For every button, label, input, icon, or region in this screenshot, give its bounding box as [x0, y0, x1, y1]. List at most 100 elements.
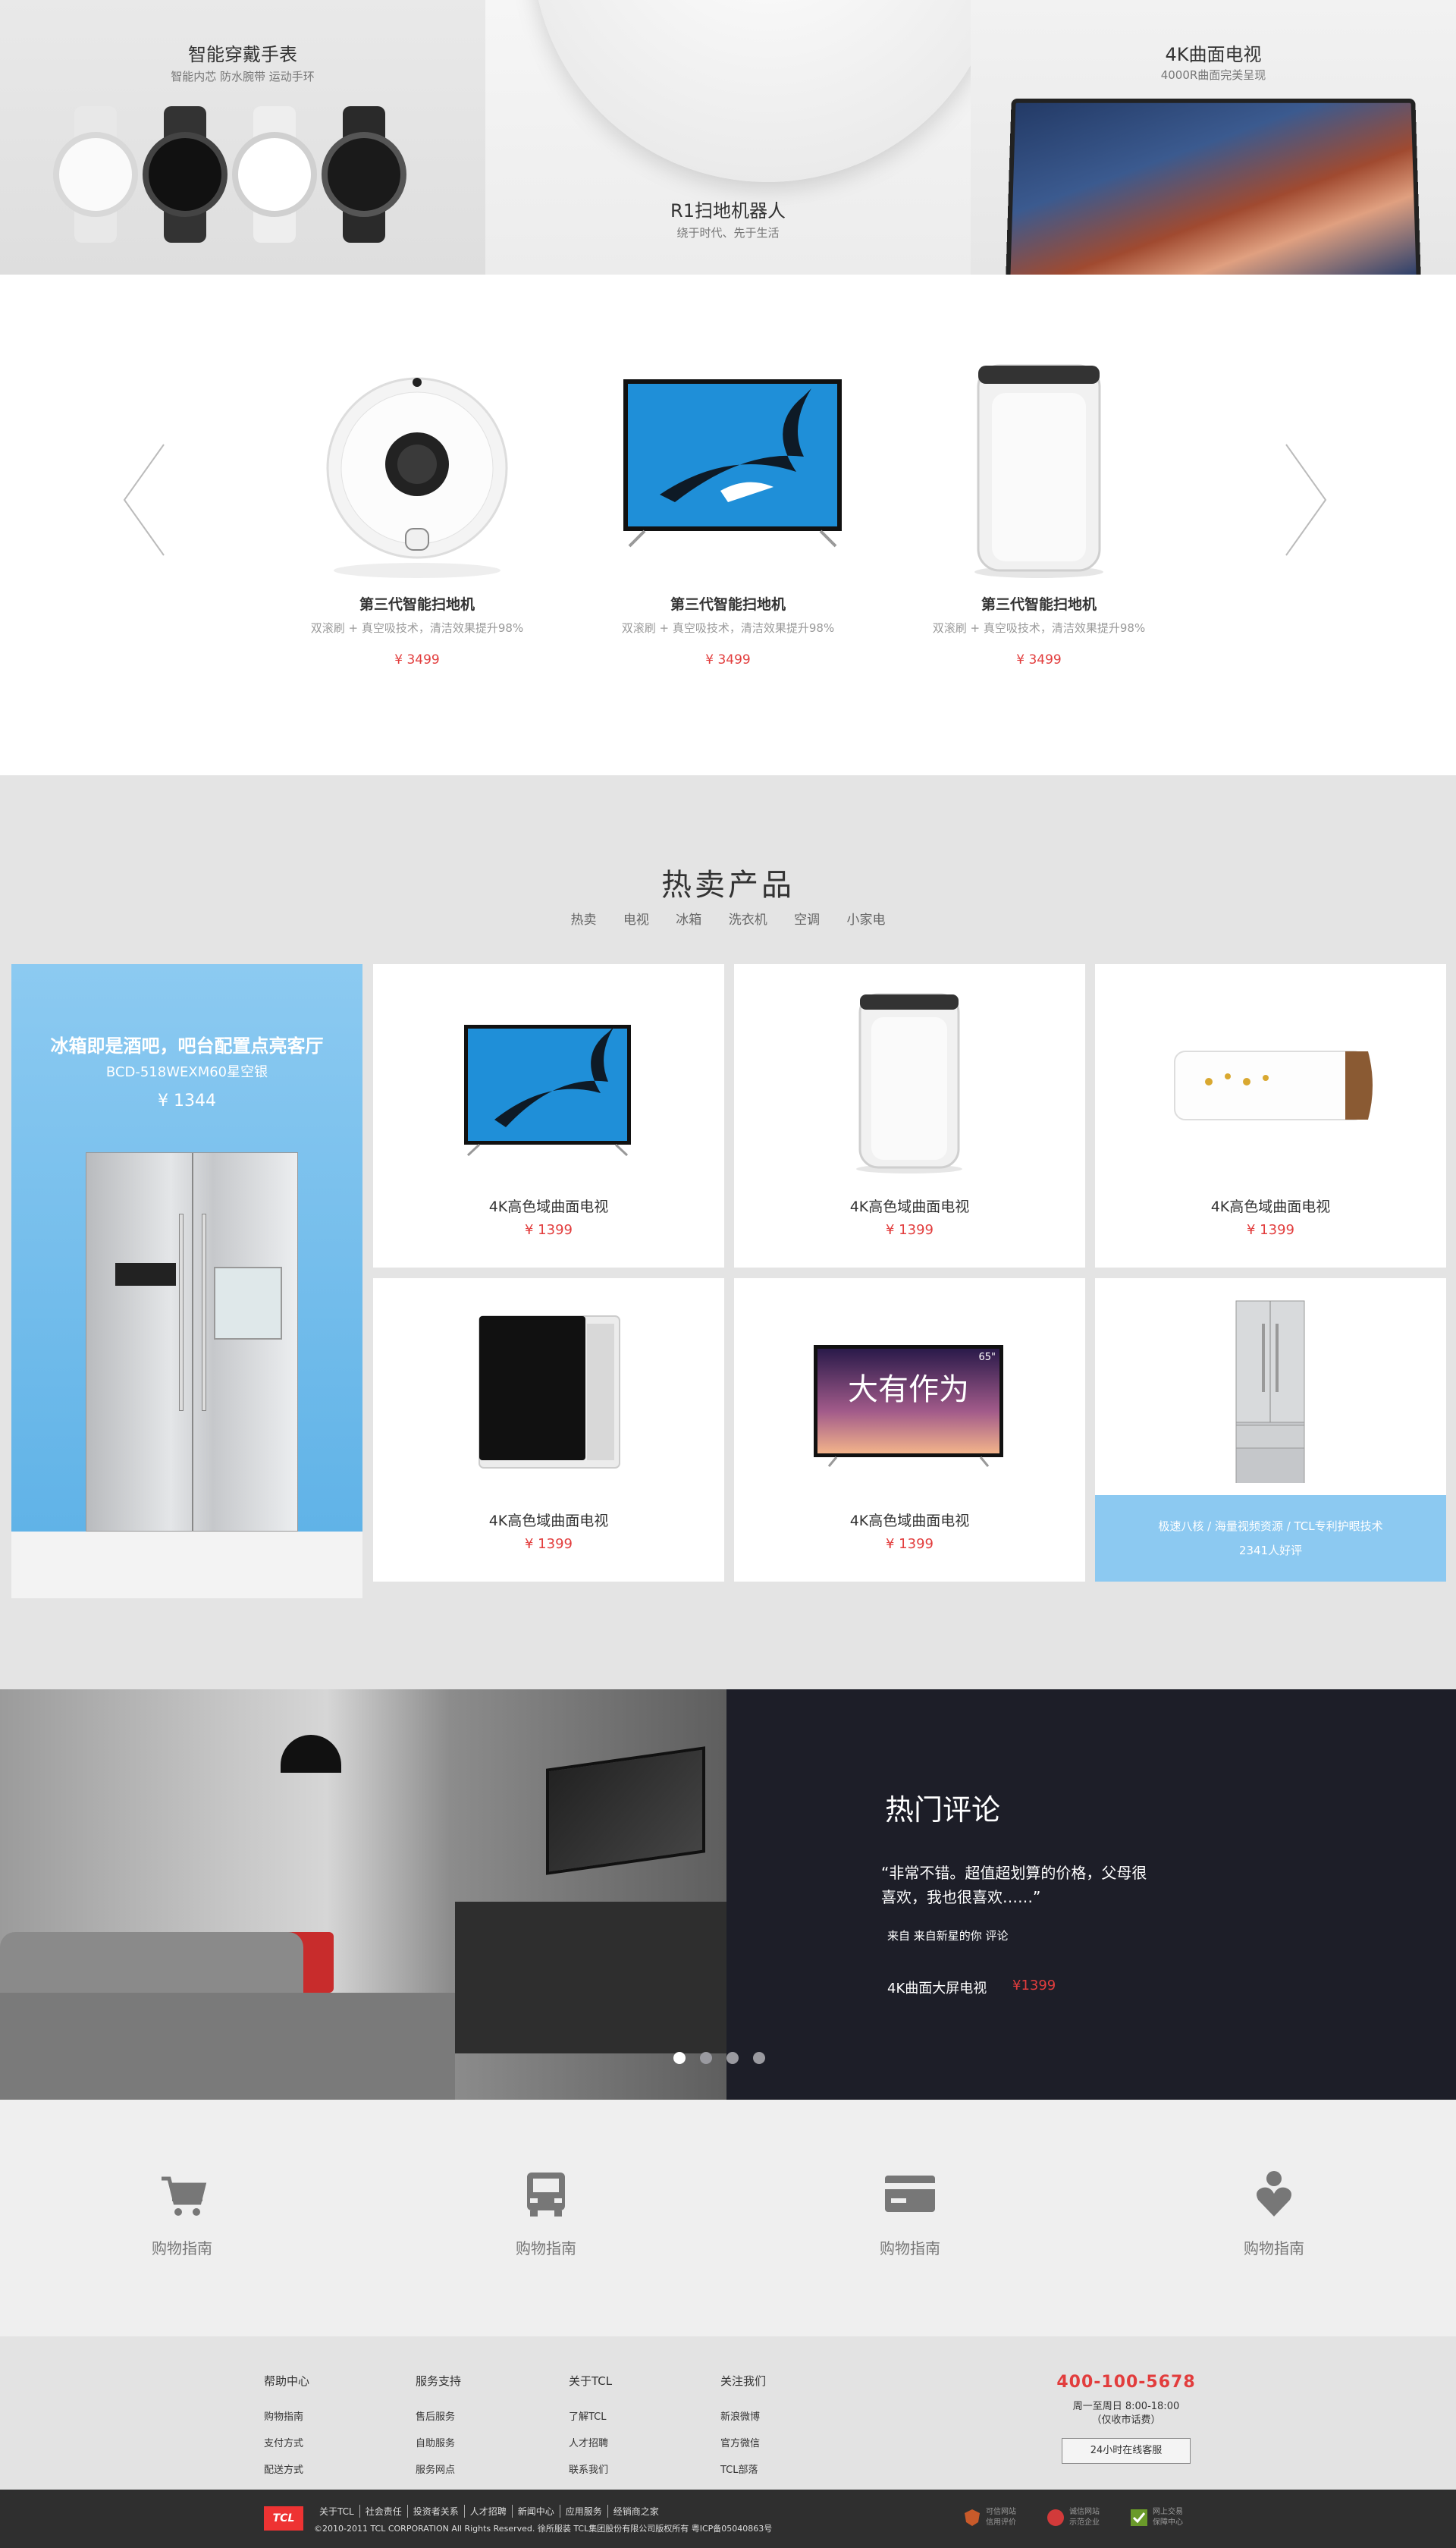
truck-icon [519, 2168, 573, 2221]
tab-aircon[interactable]: 空调 [794, 909, 820, 928]
badge-line: 信用评价 [986, 2518, 1016, 2527]
banner-title: 智能穿戴手表 [188, 44, 297, 65]
review-quote: “非常不错。超值超划算的价格，父母很喜欢，我也很喜欢……” [881, 1864, 1147, 1906]
feature-model: BCD-518WEXM60星空银 [105, 1064, 268, 1080]
water-purifier-image [373, 1293, 724, 1498]
footer-link[interactable]: 自助服务 [416, 2435, 537, 2449]
carousel-item[interactable]: 第三代智能扫地机 双滚刷 + 真空吸技术，清洁效果提升98% ¥ 3499 [925, 343, 1153, 668]
trust-badge[interactable]: 可信网站 信用评价 [963, 2507, 1016, 2528]
review-title: 热门评论 [885, 1793, 1001, 1827]
bottom-bar: TCL 关于TCL 社会责任 投资者关系 人才招聘 新闻中心 应用服务 经销商之家 ©201… [0, 2490, 1456, 2548]
slider-dots [673, 2052, 765, 2064]
bottom-link[interactable]: 投资者关系 [408, 2505, 465, 2518]
footer-link[interactable]: 官方微信 [720, 2435, 842, 2449]
copyright-text: ©2010-2011 TCL CORPORATION All Rights Re… [314, 2524, 773, 2534]
footer-column-title: 关注我们 [720, 2374, 767, 2388]
service-guide: 购物指南 购物指南 购物指南 购物指南 [0, 2100, 1456, 2336]
footer-column-title: 服务支持 [416, 2374, 462, 2388]
cart-icon [155, 2168, 209, 2221]
footer-link[interactable]: 配送方式 [264, 2462, 385, 2476]
footer-link[interactable]: 购物指南 [264, 2408, 385, 2423]
slider-dot[interactable] [700, 2052, 712, 2064]
tcl-logo[interactable]: TCL [264, 2506, 303, 2531]
tab-washer[interactable]: 洗衣机 [729, 909, 767, 928]
footer-link[interactable]: 联系我们 [569, 2462, 690, 2476]
carousel-next-button[interactable] [1283, 443, 1329, 557]
bottom-link[interactable]: 应用服务 [560, 2505, 608, 2518]
review-product[interactable]: 4K曲面大屏电视 [887, 1978, 987, 1997]
product-card[interactable]: 4K高色域曲面电视 ¥ 1399 [373, 1278, 724, 1582]
service-item[interactable]: 购物指南 [106, 2168, 258, 2258]
tab-tv[interactable]: 电视 [623, 909, 649, 928]
product-name: 4K高色域曲面电视 [488, 1199, 609, 1215]
product-card-promo[interactable]: 极速八核 / 海量视频资源 / TCL专利护眼技术 2341人好评 [1095, 1278, 1446, 1582]
banner-subtitle: 智能内芯 防水腕带 运动手环 [171, 70, 315, 83]
product-price: ¥ 1399 [525, 1222, 573, 1238]
feature-title: 冰箱即是酒吧，吧台配置点亮客厅 [50, 1035, 324, 1057]
service-hours-text: 周一至周日 8:00-18:00 [1072, 2401, 1180, 2412]
robot-vacuum-image [532, 0, 971, 182]
slider-dot[interactable] [753, 2052, 765, 2064]
footer-link[interactable]: TCL部落 [720, 2462, 842, 2476]
carousel-item-desc: 双滚刷 + 真空吸技术，清洁效果提升98% [310, 621, 524, 635]
product-name: 4K高色域曲面电视 [849, 1513, 970, 1529]
footer-column-title: 关于TCL [569, 2374, 613, 2388]
footer-link[interactable]: 售后服务 [416, 2408, 537, 2423]
carousel-item-price: ¥ 3499 [394, 652, 440, 668]
tv-image [614, 343, 842, 586]
footer-column-about: 关于TCL 了解TCL 人才招聘 联系我们 [569, 2373, 690, 2488]
footer-column-support: 服务支持 售后服务 自助服务 服务网点 [416, 2373, 537, 2488]
trust-badge[interactable]: 诚信网站 示范企业 [1046, 2507, 1100, 2528]
footer-link[interactable]: 了解TCL [569, 2408, 690, 2423]
slider-dot[interactable] [673, 2052, 686, 2064]
footer-link[interactable]: 支付方式 [264, 2435, 385, 2449]
hot-review-section: 热门评论 “非常不错。超值超划算的价格，父母很喜欢，我也很喜欢……” 来自 来自… [0, 1689, 1456, 2100]
product-price: ¥ 1399 [1247, 1222, 1294, 1238]
bottom-link[interactable]: 新闻中心 [513, 2505, 560, 2518]
chevron-left-icon [123, 444, 165, 556]
tab-small-appliance[interactable]: 小家电 [847, 909, 886, 928]
carousel-item-desc: 双滚刷 + 真空吸技术，清洁效果提升98% [932, 621, 1146, 635]
service-item[interactable]: 购物指南 [834, 2168, 986, 2258]
banner-curved-tv[interactable]: 4K曲面电视 4000R曲面完美呈现 [971, 0, 1456, 275]
banner-title: 4K曲面电视 [1165, 44, 1262, 65]
banner-smartwatch[interactable]: 智能穿戴手表 智能内芯 防水腕带 运动手环 [0, 0, 485, 275]
service-item[interactable]: 购物指南 [1198, 2168, 1350, 2258]
slider-dot[interactable] [726, 2052, 739, 2064]
badge-line: 诚信网站 [1069, 2508, 1100, 2516]
featured-product-card[interactable]: 冰箱即是酒吧，吧台配置点亮客厅 BCD-518WEXM60星空银 ¥ 1344 [11, 964, 362, 1598]
hot-products-section: 热卖产品 热卖 电视 冰箱 洗衣机 空调 小家电 冰箱即是酒吧，吧台配置点亮客厅… [0, 775, 1456, 1689]
promo-features: 极速八核 / 海量视频资源 / TCL专利护眼技术 [1158, 1519, 1383, 1533]
living-room-image [0, 1689, 726, 2100]
bottom-link[interactable]: 社会责任 [360, 2505, 408, 2518]
chevron-right-icon [1285, 444, 1327, 556]
footer-link[interactable]: 服务网点 [416, 2462, 537, 2476]
bottom-link[interactable]: 关于TCL [314, 2505, 360, 2518]
product-card[interactable]: 4K高色域曲面电视 ¥ 1399 [373, 964, 724, 1268]
promo-reviews: 2341人好评 [1238, 1544, 1303, 1557]
carousel-item-name: 第三代智能扫地机 [359, 596, 475, 613]
footer-link[interactable]: 人才招聘 [569, 2435, 690, 2449]
bottom-link[interactable]: 人才招聘 [465, 2505, 513, 2518]
service-label: 购物指南 [152, 2239, 212, 2257]
service-item[interactable]: 购物指南 [470, 2168, 622, 2258]
product-card[interactable]: 4K高色域曲面电视 ¥ 1399 [1095, 964, 1446, 1268]
product-carousel: 第三代智能扫地机 双滚刷 + 真空吸技术，清洁效果提升98% ¥ 3499 第三… [0, 275, 1456, 775]
carousel-item[interactable]: 第三代智能扫地机 双滚刷 + 真空吸技术，清洁效果提升98% ¥ 3499 [614, 343, 842, 668]
carousel-item[interactable]: 第三代智能扫地机 双滚刷 + 真空吸技术，清洁效果提升98% ¥ 3499 [303, 343, 531, 668]
online-service-button[interactable]: 24小时在线客服 [1062, 2438, 1191, 2464]
trust-badge[interactable]: 网上交易 保障中心 [1130, 2507, 1183, 2528]
bottom-links: 关于TCL 社会责任 投资者关系 人才招聘 新闻中心 应用服务 经销商之家 [314, 2505, 664, 2518]
tab-hot[interactable]: 热卖 [570, 909, 596, 928]
service-hours: 周一至周日 8:00-18:00 （仅收市话费） [1024, 2400, 1228, 2427]
banner-robot-vacuum[interactable]: R1扫地机器人 绕于时代、先于生活 [485, 0, 971, 275]
product-price: ¥ 1399 [525, 1536, 573, 1552]
footer-link[interactable]: 新浪微博 [720, 2408, 842, 2423]
carousel-prev-button[interactable] [121, 443, 167, 557]
service-label: 购物指南 [880, 2239, 940, 2257]
tv-image [373, 979, 724, 1184]
product-card[interactable]: 4K高色域曲面电视 ¥ 1399 [734, 964, 1085, 1268]
bottom-link[interactable]: 经销商之家 [608, 2505, 664, 2518]
tab-fridge[interactable]: 冰箱 [676, 909, 701, 928]
product-card[interactable]: 大有作为 65" 4K高色域曲面电视 ¥ 1399 [734, 1278, 1085, 1582]
